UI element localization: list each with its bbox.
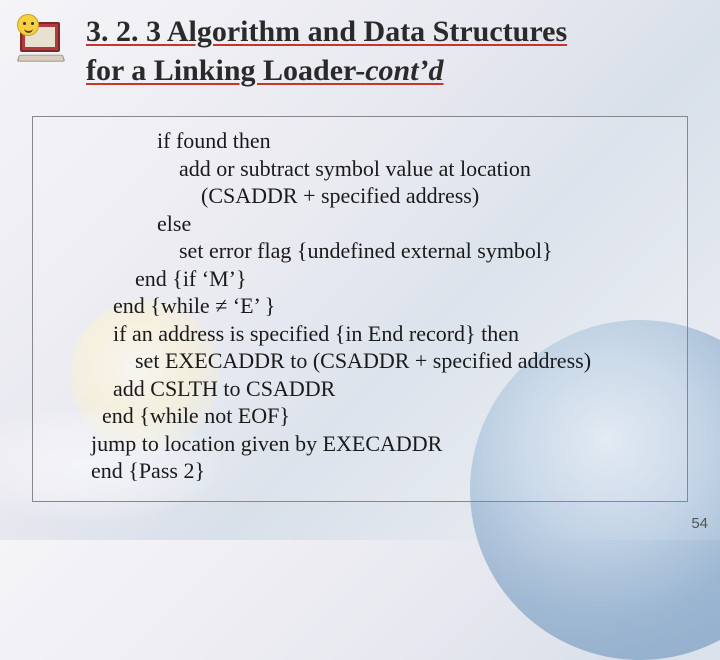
slide-heading: 3. 2. 3 Algorithm and Data Structures fo… — [86, 12, 690, 90]
heading-line2-prefix: for a Linking Loader- — [86, 54, 365, 87]
content-frame: if found then add or subtract symbol val… — [32, 116, 688, 502]
smiley-face-icon — [17, 14, 39, 36]
computer-smiley-icon — [14, 14, 68, 62]
heading-line1: 3. 2. 3 Algorithm and Data Structures — [86, 15, 567, 48]
keyboard-icon — [17, 55, 65, 62]
page-number: 54 — [691, 515, 708, 532]
pseudocode-block: if found then add or subtract symbol val… — [91, 127, 675, 485]
heading-text: 3. 2. 3 Algorithm and Data Structures fo… — [86, 12, 690, 90]
heading-contd: cont’d — [365, 54, 443, 87]
